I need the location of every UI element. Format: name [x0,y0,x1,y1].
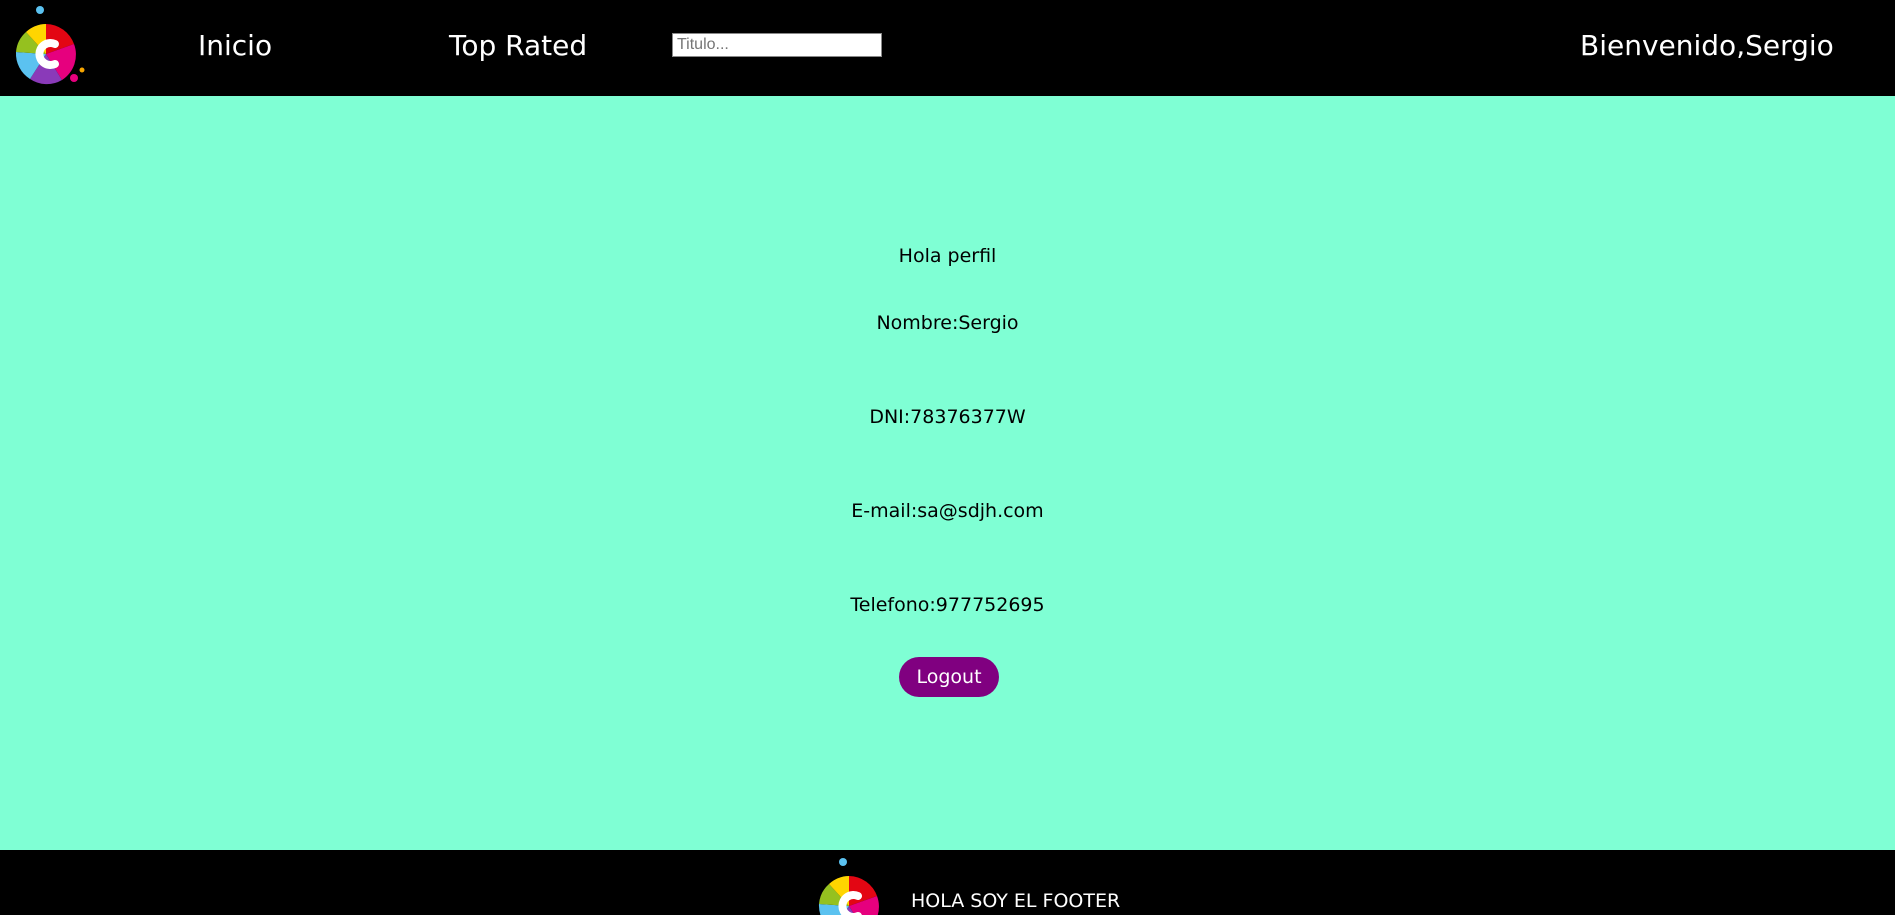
nav-inicio-link[interactable]: Inicio [198,26,272,66]
logout-button[interactable]: Logout [899,657,999,697]
search-input[interactable] [672,33,882,57]
footer-logo-icon [818,858,879,915]
welcome-text: Bienvenido,Sergio [1580,29,1834,62]
footer-text: HOLA SOY EL FOOTER [911,890,1121,912]
profile-telefono: Telefono:977752695 [850,594,1045,616]
app-logo-icon[interactable] [12,4,92,90]
profile-nombre: Nombre:Sergio [876,312,1019,334]
profile-greeting: Hola perfil [898,245,997,267]
profile-dni: DNI:78376377W [869,406,1026,428]
header: Inicio Top Rated Bienvenido,Sergio [0,0,1895,96]
profile-email: E-mail:sa@sdjh.com [851,500,1044,522]
footer: HOLA SOY EL FOOTER [0,850,1895,915]
nav-top-rated-link[interactable]: Top Rated [449,26,587,66]
